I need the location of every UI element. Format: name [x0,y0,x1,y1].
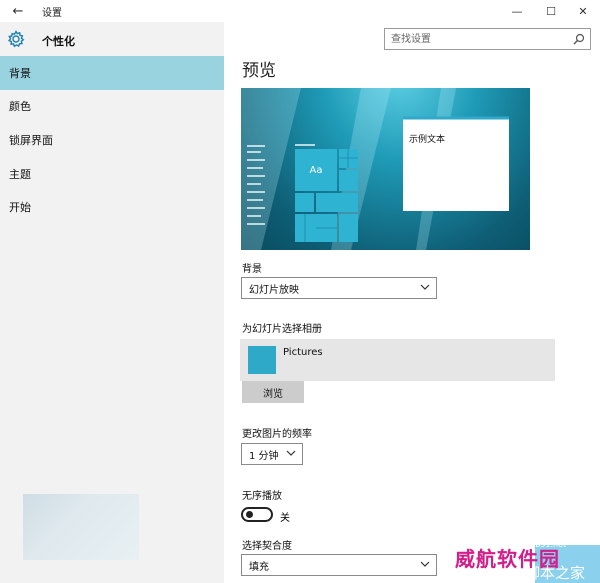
search-box[interactable] [384,28,591,50]
preview-sample-text: 示例文本 [409,135,446,145]
sidebar-item-background[interactable]: 背景 [0,56,224,90]
minimize-icon: — [511,4,523,18]
background-value: 幻灯片放映 [249,284,299,296]
gear-icon [8,30,25,48]
shuffle-label: 无序播放 [242,491,282,502]
minimize-button[interactable]: — [500,0,534,22]
sidebar-item-label: 开始 [9,201,31,214]
search-icon[interactable] [572,32,586,46]
frequency-value: 1 分钟 [249,450,279,462]
sidebar-item-lock-screen[interactable]: 锁屏界面 [0,123,224,157]
chevron-down-icon [420,561,430,567]
sidebar-item-label: 背景 [9,67,31,80]
preview-title: 预览 [242,61,276,81]
toggle-knob [246,511,253,518]
background-preview: Aa 示例文本 [241,88,530,250]
album-name: Pictures [283,347,323,358]
watermark-url: jb51.net [533,540,567,549]
sidebar-item-themes[interactable]: 主题 [0,157,224,191]
back-arrow-icon: ← [12,3,24,19]
sidebar-item-start[interactable]: 开始 [0,190,224,224]
fit-dropdown[interactable]: 填充 [241,554,437,576]
sidebar-item-colors[interactable]: 颜色 [0,89,224,123]
chevron-down-icon [286,450,296,456]
sidebar-item-label: 主题 [9,168,31,181]
album-label: 为幻灯片选择相册 [242,324,322,335]
watermark-subtext: 脚本之家 [525,564,586,582]
back-button[interactable]: ← [0,0,36,22]
fit-label: 选择契合度 [242,541,292,552]
browse-button[interactable]: 浏览 [242,381,304,403]
shuffle-state: 关 [280,513,290,524]
album-thumbnail [248,346,276,374]
shuffle-toggle[interactable] [241,507,273,522]
search-input[interactable] [385,29,577,49]
close-button[interactable]: ✕ [566,0,600,22]
maximize-button[interactable]: ☐ [534,0,568,22]
chevron-down-icon [420,284,430,290]
frequency-dropdown[interactable]: 1 分钟 [241,443,303,465]
background-label: 背景 [242,264,262,275]
sidebar-item-label: 锁屏界面 [9,134,53,147]
maximize-icon: ☐ [546,4,556,18]
app-title: 个性化 [42,35,75,48]
preview-tile-label: Aa [309,164,323,176]
fit-value: 填充 [249,561,269,573]
watermark: 威航软件园 jb51.net 脚本之家 [455,540,600,583]
frequency-label: 更改图片的频率 [242,429,312,440]
close-icon: ✕ [578,4,588,18]
album-item[interactable] [240,339,555,381]
background-dropdown[interactable]: 幻灯片放映 [241,277,437,299]
sidebar-item-label: 颜色 [9,100,31,113]
window-title: 设置 [42,8,62,19]
sidebar-preview-thumbnail [23,494,139,560]
